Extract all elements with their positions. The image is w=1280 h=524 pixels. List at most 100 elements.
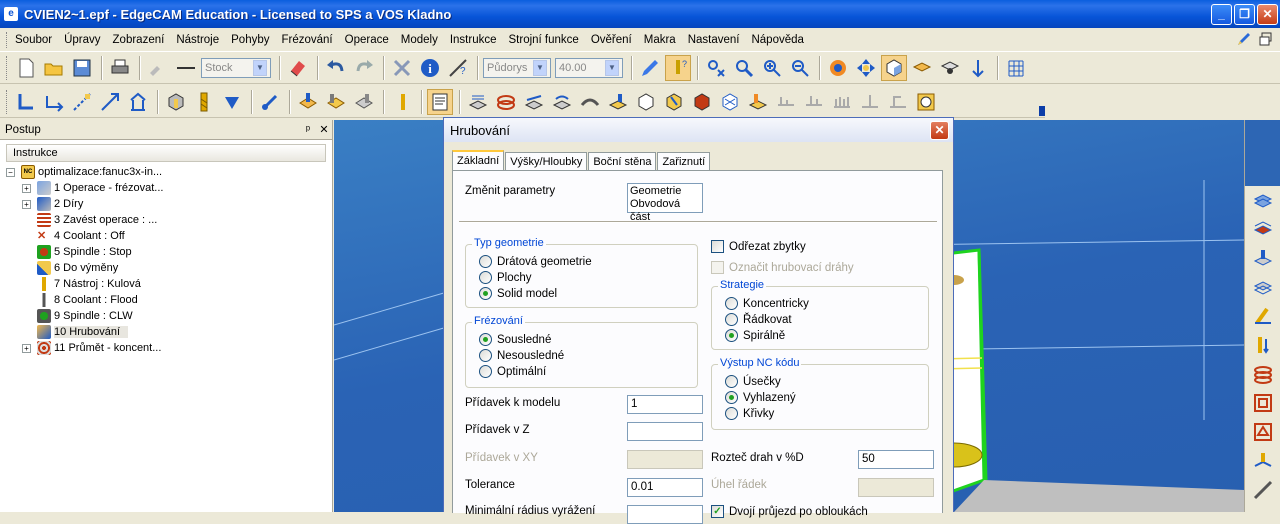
constant-cusp-icon[interactable] (493, 89, 519, 115)
cs-axis-icon[interactable] (965, 55, 991, 81)
cycle-icon[interactable] (257, 89, 283, 115)
profiling-icon[interactable] (323, 89, 349, 115)
tab-bocni-stena[interactable]: Boční stěna (588, 152, 657, 171)
disabled-cycle-1-icon[interactable] (773, 89, 799, 115)
save-icon[interactable] (69, 55, 95, 81)
app-icon[interactable]: e (4, 7, 18, 21)
surface-finish-icon[interactable] (661, 89, 687, 115)
pocket-icon[interactable] (1250, 391, 1276, 415)
tree-item-coolant-flood[interactable]: 8 Coolant : Flood (6, 292, 326, 308)
rest-finish-icon[interactable] (577, 89, 603, 115)
tree-item-operation[interactable]: + 1 Operace - frézovat... (6, 180, 326, 196)
radio-optimal[interactable]: Optimální (479, 365, 546, 378)
allowance-xy-input[interactable] (627, 450, 703, 469)
tree-item-setup[interactable]: 3 Zavést operace : ... (6, 212, 326, 228)
undo-icon[interactable] (323, 55, 349, 81)
delete-icon[interactable] (389, 55, 415, 81)
menu-makra[interactable]: Makra (644, 34, 676, 46)
tree-item-holes[interactable]: + 2 Díry (6, 196, 326, 212)
mark-paths-checkbox[interactable]: Označit hrubovací dráhy (711, 261, 854, 274)
tree-item-roughing[interactable]: 10 Hrubování (6, 324, 326, 340)
row-angle-input[interactable] (858, 478, 934, 497)
roughing-icon[interactable] (295, 89, 321, 115)
flat-land-icon[interactable] (351, 89, 377, 115)
radio-solid-model[interactable]: Solid model (479, 287, 557, 300)
pencil-icon[interactable] (637, 55, 663, 81)
plunge-icon[interactable] (13, 89, 39, 115)
box-finish-icon[interactable] (633, 89, 659, 115)
depth-combo[interactable]: 40.00 ▼ (555, 57, 623, 78)
change-params-field[interactable]: Geometrie Obvodová část (627, 183, 703, 223)
measure-icon[interactable]: ? (445, 55, 471, 81)
pan-icon[interactable] (853, 55, 879, 81)
slot-icon[interactable] (1250, 420, 1276, 444)
radio-smoothed[interactable]: Vyhlazený (725, 391, 796, 404)
toolbar-overflow[interactable] (1039, 106, 1045, 116)
tool-tilt-icon[interactable] (1250, 304, 1276, 328)
tab-vysky-hloubky[interactable]: Výšky/Hloubky (505, 152, 588, 171)
projection-icon[interactable] (717, 89, 743, 115)
select-entity-icon[interactable] (703, 55, 729, 81)
disabled-cycle-3-icon[interactable] (829, 89, 855, 115)
expand-icon[interactable]: + (22, 199, 31, 209)
menu-operace[interactable]: Operace (345, 34, 389, 46)
flat-finish-icon[interactable] (605, 89, 631, 115)
dialog-close-button[interactable]: ✕ (930, 120, 949, 140)
toolbar-grip[interactable] (6, 55, 9, 80)
menu-upravy[interactable]: Úpravy (64, 34, 100, 46)
menu-modely[interactable]: Modely (401, 34, 438, 46)
layered-finish-icon[interactable] (1250, 275, 1276, 299)
helix-icon[interactable] (1250, 362, 1276, 386)
pin-icon[interactable]: ᵖ (300, 124, 316, 136)
disabled-cycle-2-icon[interactable] (801, 89, 827, 115)
grid-icon[interactable] (1003, 55, 1029, 81)
zoom-out-icon[interactable] (787, 55, 813, 81)
instruction-icon[interactable] (427, 88, 453, 115)
zoom-in-icon[interactable] (759, 55, 785, 81)
rotate-icon[interactable] (825, 55, 851, 81)
menu-zobrazeni[interactable]: Zobrazení (113, 34, 165, 46)
eraser-icon[interactable] (285, 55, 311, 81)
feed-move-icon[interactable] (97, 89, 123, 115)
level-rough-icon[interactable] (1250, 217, 1276, 241)
pen-icon[interactable] (1236, 31, 1252, 47)
tab-zariznuti[interactable]: Zařiznutí (657, 152, 711, 171)
drill-icon[interactable] (219, 89, 245, 115)
minimize-button[interactable]: _ (1211, 3, 1232, 25)
boundary-icon[interactable] (689, 89, 715, 115)
home-icon[interactable] (125, 89, 151, 115)
collapse-root-icon[interactable]: − (6, 167, 15, 177)
shaded-view-icon[interactable] (881, 54, 907, 81)
tool-help-icon[interactable]: ? (665, 54, 691, 81)
radio-conventional[interactable]: Nesousledné (479, 349, 564, 362)
view-combo[interactable]: Půdorys ▼ (483, 57, 551, 78)
drill-cycle-icon[interactable] (1250, 333, 1276, 357)
tree-item-spindle-clw[interactable]: 9 Spindle : CLW (6, 308, 326, 324)
radio-raster[interactable]: Řádkovat (725, 313, 792, 326)
restore-icon[interactable] (1258, 31, 1274, 47)
menu-nastroje[interactable]: Nástroje (176, 34, 219, 46)
tree-item-to-change[interactable]: 6 Do výměny (6, 260, 326, 276)
waterline-icon[interactable] (521, 89, 547, 115)
tree-item-projection[interactable]: + 11 Průmět - koncent... (6, 340, 326, 356)
rapid-move-icon[interactable] (69, 89, 95, 115)
tool-store-icon[interactable] (163, 89, 189, 115)
tree-column-header[interactable]: Instrukce (6, 144, 326, 162)
menu-pohyby[interactable]: Pohyby (231, 34, 269, 46)
toolbar-grip-2[interactable] (6, 89, 9, 114)
new-file-icon[interactable] (13, 55, 39, 81)
tab-zakladni[interactable]: Základní (452, 150, 505, 171)
radio-curves[interactable]: Křivky (725, 407, 774, 420)
menu-soubor[interactable]: Soubor (15, 34, 52, 46)
hidden-line-icon[interactable] (937, 55, 963, 81)
expand-icon[interactable]: + (22, 343, 31, 353)
end-mill-icon[interactable] (191, 89, 217, 115)
brush-icon[interactable] (145, 55, 171, 81)
menu-strojni-funkce[interactable]: Strojní funkce (509, 34, 579, 46)
parallel-lace-icon[interactable] (465, 89, 491, 115)
chamfer-icon[interactable] (1250, 478, 1276, 502)
menu-nastaveni[interactable]: Nastavení (688, 34, 740, 46)
stock-combo[interactable]: Stock ▼ (201, 57, 271, 78)
close-window-button[interactable]: ✕ (1257, 3, 1278, 25)
stepover-input[interactable]: 50 (858, 450, 934, 469)
